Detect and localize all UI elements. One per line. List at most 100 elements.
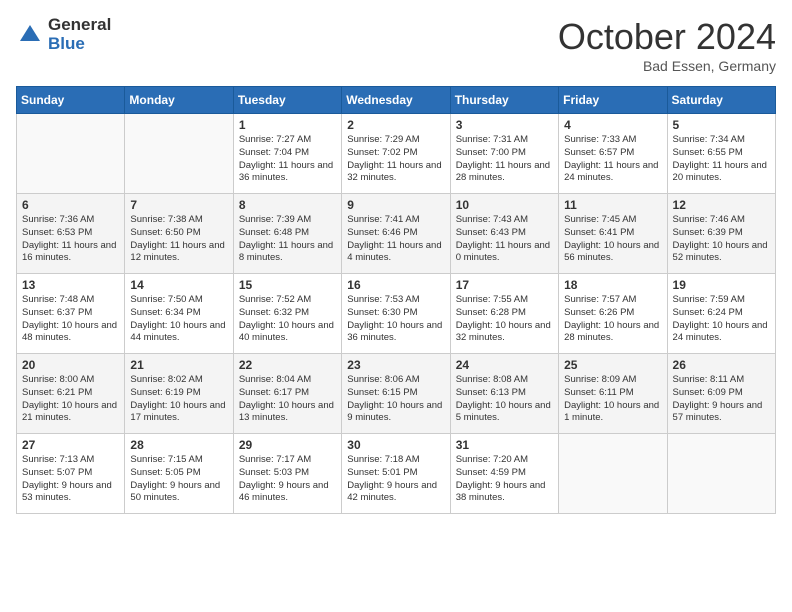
calendar-cell: 10 Sunrise: 7:43 AM Sunset: 6:43 PM Dayli…: [450, 194, 558, 274]
day-info: Sunrise: 7:59 AM Sunset: 6:24 PM Dayligh…: [673, 294, 770, 345]
day-info: Sunrise: 7:15 AM Sunset: 5:05 PM Dayligh…: [130, 454, 227, 505]
day-info: Sunrise: 8:02 AM Sunset: 6:19 PM Dayligh…: [130, 374, 227, 425]
day-info: Sunrise: 7:20 AM Sunset: 4:59 PM Dayligh…: [456, 454, 553, 505]
day-info: Sunrise: 8:06 AM Sunset: 6:15 PM Dayligh…: [347, 374, 444, 425]
calendar-cell: 18Sunrise: 7:57 AM Sunset: 6:26 PM Dayli…: [559, 274, 667, 354]
calendar-cell: 22 Sunrise: 8:04 AM Sunset: 6:17 PM Dayli…: [233, 354, 341, 434]
month-title: October 2024: [558, 16, 776, 58]
calendar-cell: 8Sunrise: 7:39 AM Sunset: 6:48 PM Daylig…: [233, 194, 341, 274]
calendar-cell: 14 Sunrise: 7:50 AM Sunset: 6:34 PM Dayli…: [125, 274, 233, 354]
location: Bad Essen, Germany: [558, 58, 776, 74]
day-info: Sunrise: 8:11 AM Sunset: 6:09 PM Dayligh…: [673, 374, 770, 425]
day-number: 30: [347, 438, 444, 452]
day-header-thursday: Thursday: [450, 87, 558, 114]
calendar-cell: 4 Sunrise: 7:33 AM Sunset: 6:57 PM Daylig…: [559, 114, 667, 194]
logo: General Blue: [16, 16, 111, 53]
week-row-1: 1Sunrise: 7:27 AM Sunset: 7:04 PM Daylig…: [17, 114, 776, 194]
day-header-wednesday: Wednesday: [342, 87, 450, 114]
day-info: Sunrise: 7:55 AM Sunset: 6:28 PM Dayligh…: [456, 294, 553, 345]
day-number: 9: [347, 198, 444, 212]
day-number: 15: [239, 278, 336, 292]
day-number: 21: [130, 358, 227, 372]
calendar-cell: 19 Sunrise: 7:59 AM Sunset: 6:24 PM Dayli…: [667, 274, 775, 354]
calendar-cell: [559, 434, 667, 514]
day-info: Sunrise: 7:34 AM Sunset: 6:55 PM Dayligh…: [673, 134, 770, 185]
calendar-cell: 9 Sunrise: 7:41 AM Sunset: 6:46 PM Daylig…: [342, 194, 450, 274]
calendar-cell: 6 Sunrise: 7:36 AM Sunset: 6:53 PM Daylig…: [17, 194, 125, 274]
day-number: 31: [456, 438, 553, 452]
day-header-tuesday: Tuesday: [233, 87, 341, 114]
day-number: 8: [239, 198, 336, 212]
day-info: Sunrise: 7:50 AM Sunset: 6:34 PM Dayligh…: [130, 294, 227, 345]
day-info: Sunrise: 7:13 AM Sunset: 5:07 PM Dayligh…: [22, 454, 119, 505]
calendar-cell: 26 Sunrise: 8:11 AM Sunset: 6:09 PM Dayli…: [667, 354, 775, 434]
day-number: 20: [22, 358, 119, 372]
calendar-table: SundayMondayTuesdayWednesdayThursdayFrid…: [16, 86, 776, 514]
day-info: Sunrise: 8:09 AM Sunset: 6:11 PM Dayligh…: [564, 374, 661, 425]
calendar-cell: 17 Sunrise: 7:55 AM Sunset: 6:28 PM Dayli…: [450, 274, 558, 354]
day-number: 16: [347, 278, 444, 292]
day-number: 26: [673, 358, 770, 372]
day-number: 12: [673, 198, 770, 212]
day-number: 29: [239, 438, 336, 452]
day-info: Sunrise: 7:33 AM Sunset: 6:57 PM Dayligh…: [564, 134, 661, 185]
day-info: Sunrise: 7:43 AM Sunset: 6:43 PM Dayligh…: [456, 214, 553, 265]
day-number: 5: [673, 118, 770, 132]
calendar-cell: 11 Sunrise: 7:45 AM Sunset: 6:41 PM Dayli…: [559, 194, 667, 274]
calendar-cell: [125, 114, 233, 194]
day-info: Sunrise: 7:29 AM Sunset: 7:02 PM Dayligh…: [347, 134, 444, 185]
day-info: Sunrise: 7:45 AM Sunset: 6:41 PM Dayligh…: [564, 214, 661, 265]
day-number: 10: [456, 198, 553, 212]
day-info: Sunrise: 7:41 AM Sunset: 6:46 PM Dayligh…: [347, 214, 444, 265]
calendar-cell: 3Sunrise: 7:31 AM Sunset: 7:00 PM Daylig…: [450, 114, 558, 194]
day-number: 23: [347, 358, 444, 372]
calendar-cell: [17, 114, 125, 194]
day-info: Sunrise: 7:48 AM Sunset: 6:37 PM Dayligh…: [22, 294, 119, 345]
calendar-cell: 28Sunrise: 7:15 AM Sunset: 5:05 PM Dayli…: [125, 434, 233, 514]
day-number: 17: [456, 278, 553, 292]
calendar-cell: 27 Sunrise: 7:13 AM Sunset: 5:07 PM Dayli…: [17, 434, 125, 514]
calendar-cell: 31 Sunrise: 7:20 AM Sunset: 4:59 PM Dayli…: [450, 434, 558, 514]
calendar-cell: 5 Sunrise: 7:34 AM Sunset: 6:55 PM Daylig…: [667, 114, 775, 194]
day-header-friday: Friday: [559, 87, 667, 114]
day-info: Sunrise: 8:04 AM Sunset: 6:17 PM Dayligh…: [239, 374, 336, 425]
day-number: 1: [239, 118, 336, 132]
calendar-cell: 21 Sunrise: 8:02 AM Sunset: 6:19 PM Dayli…: [125, 354, 233, 434]
calendar-cell: 23 Sunrise: 8:06 AM Sunset: 6:15 PM Dayli…: [342, 354, 450, 434]
day-number: 25: [564, 358, 661, 372]
day-number: 14: [130, 278, 227, 292]
calendar-cell: 16 Sunrise: 7:53 AM Sunset: 6:30 PM Dayli…: [342, 274, 450, 354]
day-number: 11: [564, 198, 661, 212]
day-number: 27: [22, 438, 119, 452]
day-info: Sunrise: 7:53 AM Sunset: 6:30 PM Dayligh…: [347, 294, 444, 345]
day-info: Sunrise: 8:00 AM Sunset: 6:21 PM Dayligh…: [22, 374, 119, 425]
day-info: Sunrise: 7:17 AM Sunset: 5:03 PM Dayligh…: [239, 454, 336, 505]
title-block: October 2024 Bad Essen, Germany: [558, 16, 776, 74]
week-row-5: 27 Sunrise: 7:13 AM Sunset: 5:07 PM Dayli…: [17, 434, 776, 514]
day-number: 6: [22, 198, 119, 212]
calendar-cell: 20 Sunrise: 8:00 AM Sunset: 6:21 PM Dayli…: [17, 354, 125, 434]
day-number: 18: [564, 278, 661, 292]
header-row: SundayMondayTuesdayWednesdayThursdayFrid…: [17, 87, 776, 114]
week-row-4: 20 Sunrise: 8:00 AM Sunset: 6:21 PM Dayli…: [17, 354, 776, 434]
day-header-sunday: Sunday: [17, 87, 125, 114]
day-number: 7: [130, 198, 227, 212]
day-info: Sunrise: 7:46 AM Sunset: 6:39 PM Dayligh…: [673, 214, 770, 265]
calendar-cell: 25 Sunrise: 8:09 AM Sunset: 6:11 PM Dayli…: [559, 354, 667, 434]
week-row-3: 13Sunrise: 7:48 AM Sunset: 6:37 PM Dayli…: [17, 274, 776, 354]
day-number: 24: [456, 358, 553, 372]
day-info: Sunrise: 7:18 AM Sunset: 5:01 PM Dayligh…: [347, 454, 444, 505]
day-header-saturday: Saturday: [667, 87, 775, 114]
day-info: Sunrise: 7:31 AM Sunset: 7:00 PM Dayligh…: [456, 134, 553, 185]
calendar-cell: [667, 434, 775, 514]
day-info: Sunrise: 7:36 AM Sunset: 6:53 PM Dayligh…: [22, 214, 119, 265]
page-header: General Blue October 2024 Bad Essen, Ger…: [16, 16, 776, 74]
calendar-cell: 1Sunrise: 7:27 AM Sunset: 7:04 PM Daylig…: [233, 114, 341, 194]
day-number: 22: [239, 358, 336, 372]
day-info: Sunrise: 7:38 AM Sunset: 6:50 PM Dayligh…: [130, 214, 227, 265]
day-number: 19: [673, 278, 770, 292]
logo-icon: [16, 21, 44, 49]
day-number: 4: [564, 118, 661, 132]
logo-blue: Blue: [48, 35, 111, 54]
calendar-cell: 13Sunrise: 7:48 AM Sunset: 6:37 PM Dayli…: [17, 274, 125, 354]
